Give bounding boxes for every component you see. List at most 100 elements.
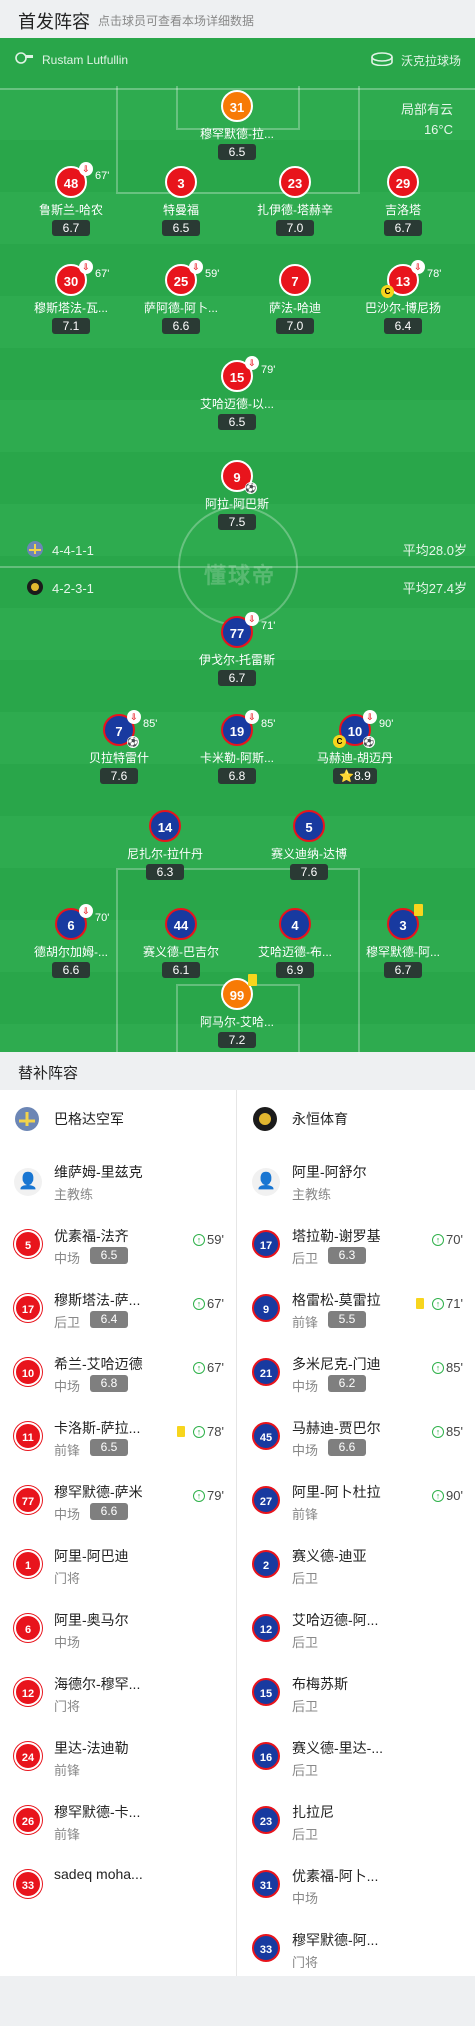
sub-player-row[interactable]: 27 阿里-阿卜杜拉 前锋 ↑ 90'	[238, 1468, 475, 1532]
sub-in-time: ↑ 71'	[416, 1296, 463, 1311]
whistle-icon	[14, 52, 34, 67]
player-number: 6	[67, 918, 75, 933]
lineup-header: 首发阵容 点击球员可查看本场详细数据	[0, 0, 475, 38]
away-player[interactable]: 77 ⇩ 71' 伊戈尔-托雷斯 6.7	[182, 612, 292, 687]
home-avg-age: 平均28.0岁	[402, 543, 467, 558]
goal-ball-icon: ⚽	[245, 482, 257, 494]
home-coach-row[interactable]: 👤 维萨姆-里兹克 主教练	[0, 1148, 236, 1212]
player-name: 穆斯塔法-瓦...	[34, 301, 108, 315]
player-name: 穆罕默德-萨米	[54, 1484, 143, 1500]
player-rating: 7.0	[276, 220, 314, 236]
player-rating: 6.8	[90, 1375, 128, 1392]
home-player[interactable]: 23 扎伊德-塔赫辛 7.0	[240, 166, 350, 237]
away-player[interactable]: 99 阿马尔-艾哈... 7.2	[182, 974, 292, 1049]
bottom-spacer	[0, 1976, 475, 2026]
home-player[interactable]: 29 吉洛塔 6.7	[348, 166, 458, 237]
sub-player-row[interactable]: 6 阿里-奥马尔 中场	[0, 1596, 236, 1660]
player-number: 29	[387, 166, 419, 198]
coach-avatar-icon: 👤	[14, 1168, 42, 1196]
sub-minute: 78'	[427, 268, 442, 280]
player-number: 7	[115, 724, 123, 739]
lineup-title: 首发阵容	[18, 12, 90, 32]
sub-player-row[interactable]: 33 穆罕默德-阿... 门将	[238, 1916, 475, 1980]
away-player[interactable]: 6 ⇩ 70' 德胡尔加姆-... 6.6	[16, 904, 126, 979]
sub-in-minute: 59'	[207, 1232, 224, 1247]
player-name: 穆罕默德-拉...	[200, 127, 274, 141]
sub-player-row[interactable]: 26 穆罕默德-卡... 前锋	[0, 1788, 236, 1852]
sub-player-row[interactable]: 10 希兰-艾哈迈德 中场 6.8 ↑ 67'	[0, 1340, 236, 1404]
sub-minute: 71'	[261, 620, 276, 632]
home-crest-icon	[14, 1106, 40, 1132]
away-player[interactable]: 44 赛义德-巴吉尔 6.1	[126, 908, 236, 979]
away-crest-icon	[26, 578, 44, 599]
player-position: 中场	[292, 1891, 319, 1906]
home-player[interactable]: 13 ⇩ 78' C 巴沙尔-博尼扬 6.4	[348, 260, 458, 335]
sub-player-row[interactable]: 23 扎拉尼 后卫	[238, 1788, 475, 1852]
player-rating: 6.7	[384, 962, 422, 978]
home-team-row[interactable]: 巴格达空军	[0, 1090, 236, 1148]
away-player[interactable]: 5 赛义迪纳-达博 7.6	[254, 810, 364, 881]
away-player[interactable]: 7 ⇩ 85' ⚽ 贝拉特雷什 7.6	[64, 710, 174, 785]
player-name: 萨法-哈迪	[269, 301, 321, 315]
away-player[interactable]: 4 艾哈迈德-布... 6.9	[240, 908, 350, 979]
player-rating: 6.5	[90, 1439, 128, 1456]
player-number: 19	[229, 724, 245, 739]
sub-off-icon: ⇩	[245, 612, 259, 626]
coach-name: 维萨姆-里兹克	[54, 1164, 143, 1180]
away-player[interactable]: 10 ⇩ 90' C ⚽ 马赫迪-胡迈丹 ⭐8.9	[300, 710, 410, 785]
sub-player-row[interactable]: 12 海德尔-穆罕... 门将	[0, 1660, 236, 1724]
sub-in-minute: 85'	[446, 1360, 463, 1375]
player-rating: 6.3	[328, 1247, 366, 1264]
home-player[interactable]: 25 ⇩ 59' 萨阿德-阿卜... 6.6	[126, 260, 236, 335]
sub-in-time: ↑ 78'	[177, 1424, 224, 1439]
sub-player-row[interactable]: 5 优素福-法齐 中场 6.5 ↑ 59'	[0, 1212, 236, 1276]
player-position: 中场	[54, 1251, 81, 1266]
home-player[interactable]: 9 ⚽ 阿拉-阿巴斯 7.5	[182, 460, 292, 531]
away-formation: 4-2-3-1	[26, 578, 94, 599]
sub-in-minute: 71'	[446, 1296, 463, 1311]
home-player[interactable]: 3 特曼福 6.5	[126, 166, 236, 237]
player-position: 前锋	[292, 1507, 319, 1522]
sub-player-row[interactable]: 77 穆罕默德-萨米 中场 6.6 ↑ 79'	[0, 1468, 236, 1532]
sub-in-time: ↑ 85'	[432, 1424, 463, 1439]
home-crest-icon	[26, 540, 44, 561]
away-player[interactable]: 3 穆罕默德-阿... 6.7	[348, 904, 458, 979]
sub-player-row[interactable]: 2 赛义德-迪亚 后卫	[238, 1532, 475, 1596]
home-player[interactable]: 15 ⇩ 79' 艾哈迈德-以... 6.5	[182, 356, 292, 431]
stadium-info: 沃克拉球场	[371, 52, 461, 69]
home-player[interactable]: 7 萨法-哈迪 7.0	[240, 264, 350, 335]
player-number: 11	[14, 1422, 42, 1450]
away-player[interactable]: 14 尼扎尔-拉什丹 6.3	[110, 810, 220, 881]
sub-player-row[interactable]: 12 艾哈迈德-阿... 后卫	[238, 1596, 475, 1660]
away-team-row[interactable]: 永恒体育	[238, 1090, 475, 1148]
subs-header: 替补阵容	[0, 1052, 475, 1090]
sub-player-row[interactable]: 24 里达-法迪勒 前锋	[0, 1724, 236, 1788]
sub-player-row[interactable]: 16 赛义德-里达-... 后卫	[238, 1724, 475, 1788]
home-player[interactable]: 30 ⇩ 67' 穆斯塔法-瓦... 7.1	[16, 260, 126, 335]
player-name: 卡米勒-阿斯...	[200, 751, 274, 765]
sub-player-row[interactable]: 1 阿里-阿巴迪 门将	[0, 1532, 236, 1596]
home-player[interactable]: 31 穆罕默德-拉... 6.5	[182, 90, 292, 161]
sub-player-row[interactable]: 9 格雷松-莫雷拉 前锋 5.5 ↑ 71'	[238, 1276, 475, 1340]
coach-role: 主教练	[54, 1187, 94, 1202]
sub-player-row[interactable]: 31 优素福-阿卜... 中场	[238, 1852, 475, 1916]
sub-player-row[interactable]: 21 多米尼克-门迪 中场 6.2 ↑ 85'	[238, 1340, 475, 1404]
away-player[interactable]: 19 ⇩ 85' 卡米勒-阿斯... 6.8	[182, 710, 292, 785]
away-coach-row[interactable]: 👤 阿里-阿舒尔 主教练	[238, 1148, 475, 1212]
player-name: 里达-法迪勒	[54, 1740, 129, 1756]
sub-in-icon: ↑	[432, 1361, 445, 1374]
sub-in-time: ↑ 67'	[193, 1296, 224, 1311]
sub-player-row[interactable]: 17 穆斯塔法-萨... 后卫 6.4 ↑ 67'	[0, 1276, 236, 1340]
home-player[interactable]: 48 ⇩ 67' 鲁斯兰-哈农 6.7	[16, 162, 126, 237]
home-team-name: 巴格达空军	[54, 1111, 124, 1127]
away-team-name: 永恒体育	[292, 1111, 348, 1127]
player-name: 海德尔-穆罕...	[54, 1676, 141, 1692]
player-name: 阿马尔-艾哈...	[200, 1015, 274, 1029]
sub-player-row[interactable]: 17 塔拉勒-谢罗基 后卫 6.3 ↑ 70'	[238, 1212, 475, 1276]
sub-player-row[interactable]: 45 马赫迪-贾巴尔 中场 6.6 ↑ 85'	[238, 1404, 475, 1468]
yellow-card-icon	[248, 974, 257, 986]
sub-player-row[interactable]: 11 卡洛斯-萨拉... 前锋 6.5 ↑ 78'	[0, 1404, 236, 1468]
sub-in-icon: ↑	[432, 1489, 445, 1502]
sub-player-row[interactable]: 33 sadeq moha...	[0, 1852, 236, 1916]
sub-player-row[interactable]: 15 布梅苏斯 后卫	[238, 1660, 475, 1724]
